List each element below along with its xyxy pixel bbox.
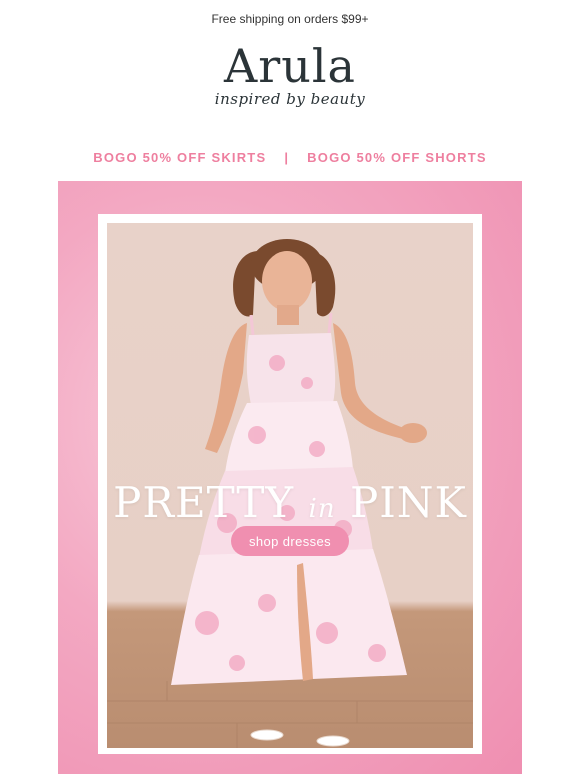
shop-dresses-button[interactable]: shop dresses bbox=[231, 526, 349, 556]
promo-link-skirts[interactable]: BOGO 50% OFF SKIRTS bbox=[93, 150, 266, 165]
brand-logo[interactable]: Arula inspired by beauty bbox=[0, 38, 580, 108]
brand-tagline: inspired by beauty bbox=[214, 90, 366, 108]
promo-bar: BOGO 50% OFF SKIRTS | BOGO 50% OFF SHORT… bbox=[0, 146, 580, 168]
promo-link-shorts[interactable]: BOGO 50% OFF SHORTS bbox=[307, 150, 487, 165]
announcement-bar: Free shipping on orders $99+ bbox=[0, 0, 580, 38]
hero-photo[interactable]: PRETTY in PINK shop dresses bbox=[107, 223, 473, 748]
headline-in: in bbox=[308, 494, 336, 524]
headline-pink: PINK bbox=[349, 478, 467, 527]
headline-pretty: PRETTY bbox=[113, 478, 295, 527]
promo-separator: | bbox=[284, 149, 290, 165]
shipping-text: Free shipping on orders $99+ bbox=[211, 12, 369, 26]
hero-banner[interactable]: PRETTY in PINK shop dresses bbox=[58, 181, 522, 774]
hero-headline: PRETTY in PINK bbox=[107, 478, 473, 527]
brand-name: Arula bbox=[224, 39, 356, 93]
hero-frame: PRETTY in PINK shop dresses bbox=[98, 214, 482, 754]
